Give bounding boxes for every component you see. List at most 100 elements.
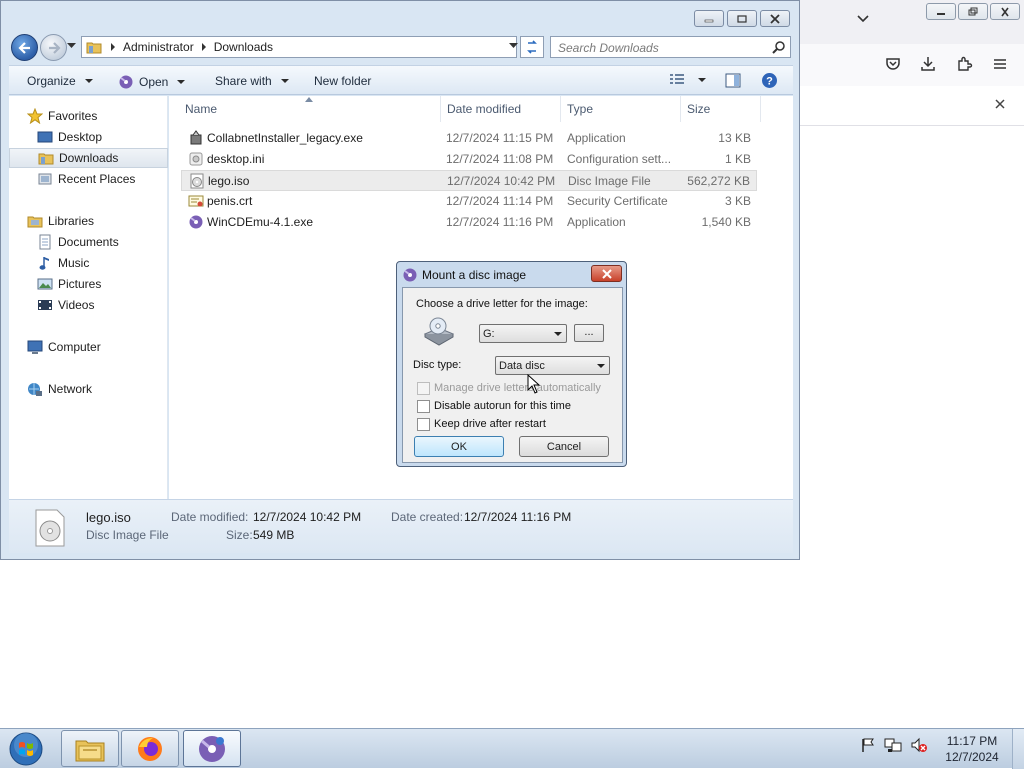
keep-drive-checkbox[interactable] [417,418,430,431]
file-name: lego.iso [208,174,250,188]
address-bar[interactable]: Administrator Downloads [81,36,517,58]
extensions-icon[interactable] [955,55,973,73]
action-center-flag-icon[interactable] [860,737,876,753]
drive-letter-value: G: [483,328,495,340]
windows-logo-icon [9,732,43,766]
dialog-close-button[interactable] [591,265,622,282]
cancel-label: Cancel [546,441,582,453]
file-row-penis-crt[interactable]: penis.crt 12/7/2024 11:14 PM Security Ce… [181,191,757,212]
column-header-type[interactable]: Type [561,96,681,122]
computer-icon [27,340,43,354]
documents-icon [39,234,51,250]
close-button[interactable] [760,10,790,27]
minimize-button[interactable] [694,10,724,27]
file-row-desktop-ini[interactable]: desktop.ini 12/7/2024 11:08 PM Configura… [181,149,757,170]
column-header-size[interactable]: Size [681,96,761,122]
browser-notification-bar [798,86,1024,126]
search-input[interactable]: Search Downloads [550,36,791,58]
taskbar-clock[interactable]: 11:17 PM 12/7/2024 [944,733,1000,765]
preview-pane-button[interactable] [725,73,741,88]
file-type: Security Certificate [567,194,668,208]
browse-drive-button[interactable]: ... [574,324,604,342]
wincdemu-icon [199,735,225,762]
column-name-label: Name [185,102,218,116]
file-date: 12/7/2024 11:08 PM [446,152,554,166]
recent-pages-chevron-icon[interactable] [67,43,76,49]
drive-letter-prompt: Choose a drive letter for the image: [416,298,588,310]
downloads-folder-icon [38,153,54,165]
volume-muted-icon[interactable] [910,737,928,753]
disable-autorun-checkbox[interactable] [417,400,430,413]
network-icon [28,382,42,396]
open-button[interactable]: Open [118,74,186,90]
clock-date: 12/7/2024 [945,750,999,764]
keep-drive-label[interactable]: Keep drive after restart [434,418,546,430]
hamburger-menu-icon[interactable] [991,55,1009,73]
new-folder-button[interactable]: New folder [314,74,371,88]
taskbar: 11:17 PM 12/7/2024 [0,728,1024,769]
address-row: Administrator Downloads Search Downloads [9,33,793,61]
browser-restore-button[interactable] [958,3,988,20]
nav-computer-label: Computer [48,340,101,354]
share-with-button[interactable]: Share with [215,74,289,88]
address-history-chevron-icon[interactable] [509,43,518,49]
file-row-collabnetinstaller[interactable]: CollabnetInstaller_legacy.exe 12/7/2024 … [181,128,757,149]
nav-documents-label: Documents [58,235,119,249]
breadcrumb-arrow-icon [111,43,115,51]
ok-label: OK [451,441,467,453]
browser-close-button[interactable] [990,3,1020,20]
column-header-date-modified[interactable]: Date modified [441,96,561,122]
preview-pane-icon [725,73,741,88]
nav-music-label: Music [58,256,90,270]
refresh-button[interactable] [520,36,544,58]
clock-time: 11:17 PM [946,734,998,748]
pictures-icon [37,278,53,290]
drive-letter-select[interactable]: G: [479,324,567,343]
close-icon[interactable] [994,98,1006,110]
file-row-lego-iso[interactable]: lego.iso 12/7/2024 10:42 PM Disc Image F… [181,170,757,191]
recent-places-icon [38,173,52,185]
help-button[interactable]: ? [761,72,778,89]
cancel-button[interactable]: Cancel [519,436,609,457]
taskbar-firefox-button[interactable] [121,730,179,767]
nav-network[interactable]: Network [27,379,186,399]
background-browser-window [798,0,1024,728]
column-header-name[interactable]: Name [179,96,441,122]
nav-favorites[interactable]: Favorites [27,106,186,126]
system-tray [860,737,928,753]
breadcrumb-administrator[interactable]: Administrator [123,40,194,54]
pocket-icon[interactable] [884,55,902,73]
cd-drive-icon [423,317,455,346]
nav-libraries[interactable]: Libraries [27,211,186,231]
nav-downloads[interactable]: Downloads [9,148,168,168]
disc-type-select[interactable]: Data disc [495,356,610,375]
forward-button[interactable] [40,34,67,61]
browser-minimize-button[interactable] [926,3,956,20]
maximize-button[interactable] [727,10,757,27]
disable-autorun-label[interactable]: Disable autorun for this time [434,400,571,412]
nav-pictures-label: Pictures [58,277,102,291]
firefox-icon [138,736,162,761]
nav-computer[interactable]: Computer [27,337,186,357]
start-button[interactable] [4,730,48,768]
navigation-pane: Favorites Desktop Downloads Recent Place… [9,96,168,499]
music-icon [39,257,49,270]
back-button[interactable] [11,34,38,61]
ok-button[interactable]: OK [414,436,504,457]
wincdemu-icon [119,75,133,89]
file-size: 1,540 KB [701,215,751,229]
taskbar-explorer-button[interactable] [61,730,119,767]
help-icon: ? [762,73,777,88]
file-explorer-icon [75,740,105,761]
file-date: 12/7/2024 11:16 PM [446,215,554,229]
breadcrumb-arrow-icon [201,43,206,51]
breadcrumb-downloads[interactable]: Downloads [214,40,273,54]
show-desktop-button[interactable] [1012,729,1024,769]
network-status-icon[interactable] [884,737,902,753]
list-tabs-chevron-icon[interactable] [856,14,870,24]
downloads-icon[interactable] [919,55,937,73]
change-view-button[interactable] [669,73,706,87]
file-row-wincdemu[interactable]: WinCDEmu-4.1.exe 12/7/2024 11:16 PM Appl… [181,212,757,233]
organize-button[interactable]: Organize [27,74,93,88]
taskbar-wincdemu-button[interactable] [183,730,241,767]
